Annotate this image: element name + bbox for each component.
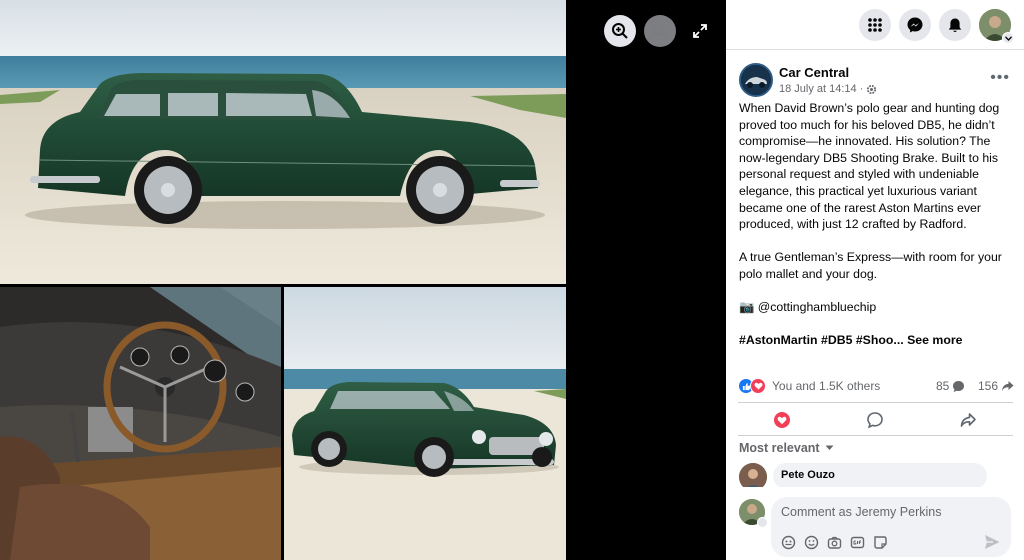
page-name[interactable]: Car Central	[779, 65, 849, 80]
zoom-out-button[interactable]	[644, 15, 676, 47]
composer-tools	[781, 535, 888, 550]
love-reaction-icon	[750, 378, 766, 394]
composer-chevron-icon[interactable]	[757, 517, 768, 528]
post-options-button[interactable]: •••	[990, 69, 1010, 87]
comment-input[interactable]	[781, 505, 1001, 519]
sticker-icon[interactable]	[873, 535, 888, 550]
reaction-icons[interactable]	[738, 378, 768, 394]
post-panel: Car Central 18 July at 14:14 · ••• When …	[726, 0, 1024, 560]
see-more-link[interactable]: See more	[907, 333, 962, 347]
menu-button[interactable]	[859, 9, 891, 41]
gif-icon[interactable]	[850, 535, 865, 550]
top-bar	[726, 0, 1024, 50]
share-count[interactable]: 156	[978, 379, 1014, 393]
share-arrow-icon	[1002, 381, 1014, 391]
gear-icon[interactable]	[866, 84, 877, 95]
zoom-in-button[interactable]	[604, 15, 636, 47]
post-meta: 18 July at 14:14 ·	[779, 83, 877, 95]
reactions-summary: You and 1.5K others 85 156	[738, 377, 1014, 395]
share-count-value: 156	[978, 379, 999, 393]
photo-viewer	[0, 0, 726, 560]
photo-front-three-quarter[interactable]	[284, 287, 566, 560]
comment-icon	[867, 412, 883, 429]
expand-button[interactable]	[688, 19, 712, 43]
post-hashtags-line: #AstonMartin #DB5 #Shoo... See more	[739, 332, 1017, 349]
emoji-icon[interactable]	[804, 535, 819, 550]
comment-composer	[726, 487, 1024, 560]
expand-icon	[693, 24, 707, 38]
comment-item: Pete Ouzo	[739, 463, 1014, 491]
account-chevron-icon[interactable]	[1002, 32, 1014, 44]
zoom-out-icon	[652, 23, 668, 39]
love-icon	[774, 412, 790, 428]
bell-icon	[948, 18, 962, 32]
comment-count-value: 85	[936, 379, 950, 393]
comment-box	[771, 497, 1011, 557]
comment-count[interactable]: 85	[936, 379, 965, 393]
caret-down-icon	[825, 445, 834, 450]
photo-credit: 📷 @cottinghambluechip	[739, 300, 877, 315]
notifications-button[interactable]	[939, 9, 971, 41]
comment-bubble-icon	[953, 380, 965, 392]
send-comment-button[interactable]	[983, 533, 1001, 551]
comment-button[interactable]	[864, 409, 886, 431]
camera-icon[interactable]	[827, 535, 842, 550]
avatar-sticker-icon[interactable]	[781, 535, 796, 550]
send-icon	[985, 535, 1000, 549]
photo-side-view[interactable]	[0, 0, 566, 284]
hashtags[interactable]: #AstonMartin #DB5 #Shoo...	[739, 333, 904, 347]
commenter-name[interactable]: Pete Ouzo	[781, 469, 835, 481]
post-paragraph: When David Brown’s polo gear and hunting…	[739, 101, 1000, 232]
post-paragraph: A true Gentleman’s Express—with room for…	[739, 250, 1002, 281]
menu-grid-icon	[868, 18, 882, 32]
post-actions	[738, 402, 1013, 436]
messenger-icon	[907, 17, 923, 33]
comment-sort-dropdown[interactable]: Most relevant	[739, 441, 834, 455]
page-avatar[interactable]	[739, 63, 773, 97]
photo-interior[interactable]	[0, 287, 281, 560]
messenger-button[interactable]	[899, 9, 931, 41]
share-icon	[960, 413, 976, 427]
post-body: When David Brown’s polo gear and hunting…	[739, 100, 1017, 366]
post-date[interactable]: 18 July at 14:14	[779, 83, 857, 95]
share-button[interactable]	[957, 409, 979, 431]
reaction-count[interactable]: You and 1.5K others	[772, 379, 880, 393]
love-button[interactable]	[771, 409, 793, 431]
meta-separator: ·	[859, 83, 864, 95]
sort-label: Most relevant	[739, 441, 820, 455]
zoom-in-icon	[612, 23, 628, 39]
post-header: Car Central 18 July at 14:14 · •••	[739, 63, 1014, 97]
comment-bubble: Pete Ouzo	[773, 463, 987, 489]
